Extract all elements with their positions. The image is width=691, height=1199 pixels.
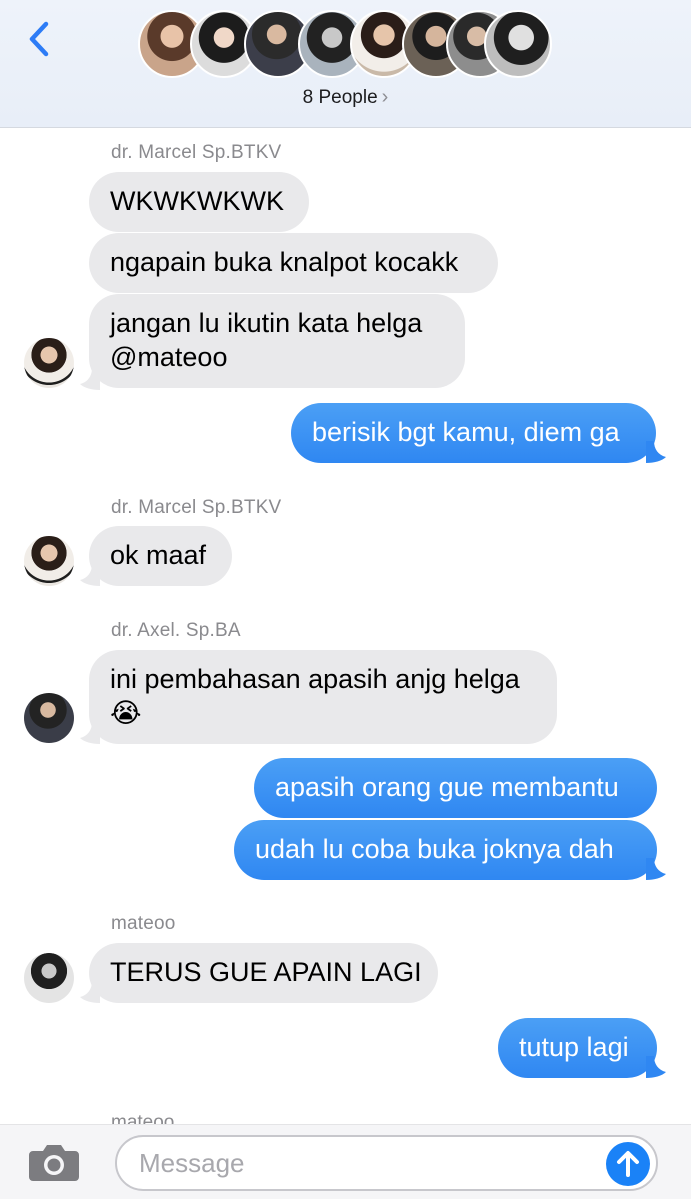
member-avatar xyxy=(484,10,552,78)
message-text: @mateoo xyxy=(110,342,228,372)
back-button[interactable] xyxy=(22,18,58,62)
sender-name: mateoo xyxy=(111,1112,175,1124)
camera-icon xyxy=(29,1145,79,1181)
incoming-message[interactable]: WKWKWKWK xyxy=(89,172,309,232)
incoming-message[interactable]: ngapain buka knalpot kocakk xyxy=(89,233,498,293)
sender-avatar xyxy=(24,536,74,586)
message-text: berisik bgt kamu, diem ga xyxy=(312,417,620,447)
compose-bar xyxy=(0,1124,691,1199)
arrow-up-icon xyxy=(617,1151,639,1177)
message-text: tutup lagi xyxy=(519,1032,629,1062)
message-text: ini pembahasan apasih anjg helga xyxy=(110,664,520,694)
conversation-header: 8 People › xyxy=(0,0,691,128)
bubble-tail xyxy=(646,1056,666,1078)
group-people-count[interactable]: 8 People › xyxy=(0,86,691,109)
message-text: ok maaf xyxy=(110,540,207,570)
bubble-tail xyxy=(80,564,100,586)
sender-avatar xyxy=(24,693,74,743)
message-text: 😭 xyxy=(110,698,142,728)
outgoing-message[interactable]: berisik bgt kamu, diem ga xyxy=(291,403,656,463)
people-count-label: 8 People xyxy=(302,87,378,108)
message-text: udah lu coba buka joknya dah xyxy=(255,834,614,864)
bubble-tail xyxy=(80,722,100,744)
message-text: TERUS GUE APAIN LAGI xyxy=(110,957,422,987)
group-avatars[interactable] xyxy=(138,10,558,80)
sender-avatar xyxy=(24,338,74,388)
outgoing-message[interactable]: udah lu coba buka joknya dah xyxy=(234,820,657,880)
bubble-tail xyxy=(80,368,100,390)
chevron-left-icon xyxy=(29,21,49,57)
message-text: ngapain buka knalpot kocakk xyxy=(110,247,459,277)
message-text: jangan lu ikutin kata helga xyxy=(110,308,423,338)
incoming-message[interactable]: jangan lu ikutin kata helga @mateoo xyxy=(89,294,465,388)
incoming-message[interactable]: ini pembahasan apasih anjg helga 😭 xyxy=(89,650,557,744)
chevron-right-icon: › xyxy=(381,86,389,108)
bubble-tail xyxy=(646,858,666,880)
outgoing-message[interactable]: apasih orang gue membantu xyxy=(254,758,657,818)
bubble-tail xyxy=(80,981,100,1003)
message-field[interactable] xyxy=(115,1135,658,1191)
bubble-tail xyxy=(646,441,666,463)
camera-button[interactable] xyxy=(27,1141,81,1183)
incoming-message[interactable]: ok maaf xyxy=(89,526,232,586)
message-list[interactable]: dr. Marcel Sp.BTKV WKWKWKWK ngapain buka… xyxy=(0,128,691,1124)
sender-name: dr. Marcel Sp.BTKV xyxy=(111,497,282,518)
message-text: WKWKWKWK xyxy=(110,186,284,216)
sender-name: mateoo xyxy=(111,913,176,934)
sender-name: dr. Marcel Sp.BTKV xyxy=(111,142,282,163)
send-button[interactable] xyxy=(606,1142,650,1186)
message-text: apasih orang gue membantu xyxy=(275,772,619,802)
incoming-message[interactable]: TERUS GUE APAIN LAGI xyxy=(89,943,438,1003)
sender-name: dr. Axel. Sp.BA xyxy=(111,620,241,641)
sender-avatar xyxy=(24,953,74,1003)
outgoing-message[interactable]: tutup lagi xyxy=(498,1018,657,1078)
message-input[interactable] xyxy=(139,1145,599,1181)
